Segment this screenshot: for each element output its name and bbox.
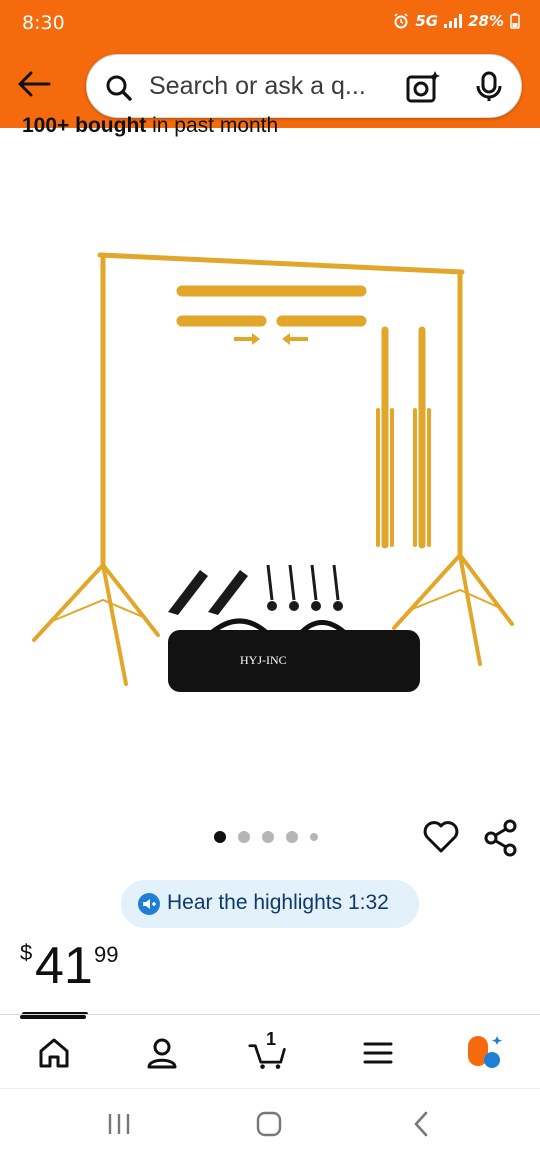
signal-icon: [444, 14, 463, 28]
carry-bag: HYJ-INC: [168, 618, 420, 692]
recents-icon: [108, 1114, 130, 1134]
menu-icon: [363, 1042, 393, 1064]
microphone-icon[interactable]: [473, 71, 505, 103]
status-time: 8:30: [22, 12, 65, 34]
system-home-button[interactable]: [254, 1109, 284, 1139]
cart-count: 1: [266, 1029, 277, 1049]
hear-highlights-label: Hear the highlights 1:32: [167, 891, 389, 914]
nav-home[interactable]: [34, 1033, 74, 1073]
system-navigation-bar: [0, 1088, 540, 1158]
system-back-button[interactable]: [406, 1109, 436, 1139]
nav-menu[interactable]: [358, 1033, 398, 1073]
amazon-product-page: 8:30 5G 28% Search or ask a q... 100+ bo…: [0, 0, 540, 1158]
carousel-dot[interactable]: [286, 831, 298, 843]
status-indicators: 5G 28%: [393, 12, 520, 30]
battery-icon: [510, 13, 520, 29]
price-whole: 41: [35, 937, 93, 995]
alarm-icon: [394, 13, 408, 29]
nav-account[interactable]: [142, 1033, 182, 1073]
search-input[interactable]: Search or ask a q...: [149, 72, 366, 101]
carousel-dot[interactable]: [238, 831, 250, 843]
share-button[interactable]: [482, 818, 520, 858]
price-fraction: 99: [94, 942, 119, 967]
direction-arrows: [234, 333, 308, 345]
bag-brand-label: HYJ-INC: [240, 653, 287, 667]
share-icon: [484, 819, 517, 857]
camera-sparkle-icon[interactable]: [405, 69, 441, 105]
speaker-plus-icon: [138, 893, 160, 915]
network-type: 5G: [415, 12, 439, 30]
heart-icon: [423, 821, 459, 853]
image-carousel-dots: [214, 831, 318, 843]
battery-percent: 28%: [468, 12, 504, 30]
active-tab-indicator: [20, 1015, 86, 1019]
search-bar[interactable]: Search or ask a q...: [86, 54, 522, 118]
backdrop-stand-illustration: [32, 252, 514, 686]
bought-count: 100+ bought: [22, 114, 147, 137]
nav-rufus[interactable]: [464, 1033, 504, 1073]
arrow-left-icon: [18, 71, 51, 97]
recents-button[interactable]: [104, 1109, 134, 1139]
price-symbol: $: [20, 940, 33, 965]
clamps: [168, 564, 343, 615]
hear-highlights-button[interactable]: Hear the highlights 1:32: [121, 880, 419, 928]
person-icon: [147, 1038, 177, 1069]
home-icon: [39, 1038, 69, 1068]
top-header: 8:30 5G 28% Search or ask a q...: [0, 0, 540, 128]
bought-period: in past month: [146, 114, 279, 137]
bottom-navigation: 1: [0, 1014, 540, 1088]
carousel-dot[interactable]: [262, 831, 274, 843]
carousel-dot[interactable]: [214, 831, 226, 843]
favorite-button[interactable]: [422, 818, 460, 856]
carousel-dot[interactable]: [310, 833, 318, 841]
search-icon: [106, 75, 132, 101]
status-bar: 8:30 5G 28%: [0, 0, 540, 46]
circle-home-icon: [256, 1111, 282, 1137]
product-image[interactable]: HYJ-INC: [0, 140, 540, 800]
bought-in-past-month: 100+ bought in past month: [22, 114, 278, 138]
back-button[interactable]: [14, 64, 54, 104]
rufus-chat-icon: [468, 1036, 502, 1068]
chevron-back-icon: [414, 1111, 428, 1137]
